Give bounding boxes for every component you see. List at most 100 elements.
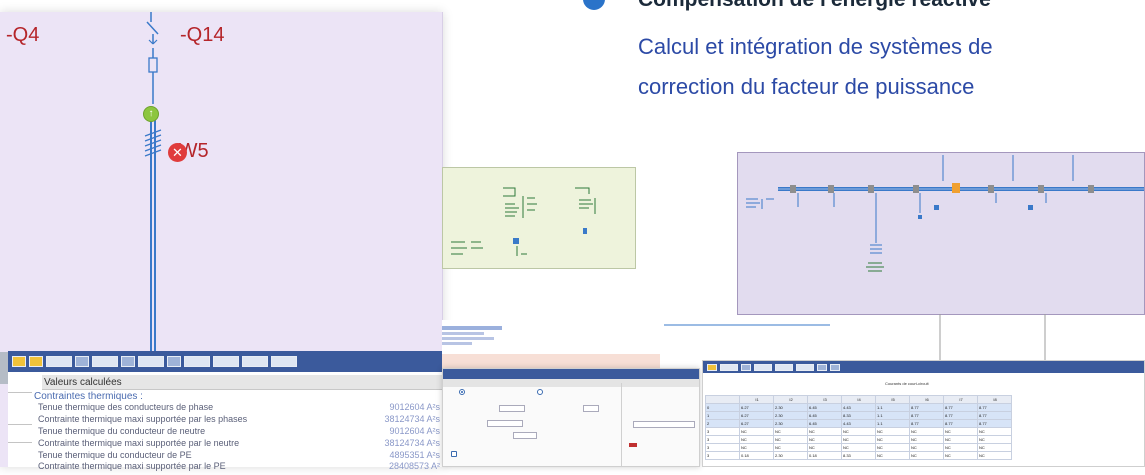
toolbar-button[interactable] (92, 356, 118, 367)
table-toolbar (703, 361, 1144, 373)
table-cell: 3 (705, 427, 740, 436)
breaker-diagram (144, 12, 162, 352)
table-cell: NC (943, 435, 978, 444)
table-cell: NC (909, 435, 944, 444)
toolbar-button[interactable] (46, 356, 72, 367)
table-cell: NC (943, 443, 978, 452)
table-cell: NC (977, 427, 1012, 436)
table-cell: NC (739, 435, 774, 444)
table-row[interactable]: 2 6.27 2.30 6.45 4.43 1.1 8.77 8.77 8.77 (705, 419, 1012, 428)
dialog-titlebar (443, 369, 699, 379)
table-row[interactable]: 1 6.27 2.30 6.45 8.33 1.1 8.77 8.77 8.77 (705, 411, 1012, 420)
toolbar-button[interactable] (754, 363, 772, 371)
toolbar-button[interactable] (167, 356, 181, 367)
table-cell: NC (807, 443, 842, 452)
table-cell: NC (807, 427, 842, 436)
value-row: Contrainte thermique maxi supportée par … (38, 414, 440, 424)
short-circuit-table: I1 I2 I3 I4 I5 I6 I7 I8 0 6.27 2.30 6.45 4.4… (705, 395, 1012, 460)
table-cell: NC (875, 451, 910, 460)
table-header-row: I1 I2 I3 I4 I5 I6 I7 I8 (705, 395, 1012, 404)
toolbar-button[interactable] (138, 356, 164, 367)
parameter-field[interactable] (487, 420, 523, 427)
value-label: Contrainte thermique maxi supportée par … (38, 438, 240, 448)
table-cell: NC (875, 427, 910, 436)
toolbar-button[interactable] (75, 356, 89, 367)
table-cell: 8.77 (909, 411, 944, 420)
column-header: I5 (875, 395, 910, 404)
value-label: Tenue thermique du conducteur de PE (38, 450, 192, 460)
value-label: Contrainte thermique maxi supportée par … (38, 461, 226, 471)
table-cell: NC (841, 427, 876, 436)
table-row[interactable]: 3 NC NC NC NC NC NC NC NC (705, 435, 1012, 444)
parameter-field[interactable] (513, 432, 537, 439)
table-cell: 1.1 (875, 411, 910, 420)
highlight-band (442, 354, 660, 368)
divider (8, 442, 32, 443)
table-cell: 1.1 (875, 403, 910, 412)
table-cell: 4.43 (841, 403, 876, 412)
value-number: 28408573 A² (388, 461, 440, 471)
table-cell: 1.1 (875, 419, 910, 428)
table-cell: 6.45 (807, 403, 842, 412)
table-cell: NC (977, 435, 1012, 444)
option-checkbox[interactable] (451, 451, 457, 457)
feature-description-line1: Calcul et intégration de systèmes de (638, 34, 993, 59)
toolbar-button[interactable] (121, 356, 135, 367)
table-cell: 2 (705, 419, 740, 428)
toolbar-button[interactable] (184, 356, 210, 367)
option-radio[interactable] (537, 389, 543, 395)
toolbar-button[interactable] (796, 363, 814, 371)
value-row: Contrainte thermique maxi supportée par … (38, 461, 440, 471)
feature-title: Compensation de l'énergie réactive (638, 0, 991, 12)
calc-toolbar (8, 351, 443, 372)
table-cell: 0.18 (807, 451, 842, 460)
table-row[interactable]: 0 6.27 2.30 6.45 4.43 1.1 8.77 8.77 8.77 (705, 403, 1012, 412)
toolbar-button[interactable] (271, 356, 297, 367)
green-schematic-drawing (451, 187, 596, 256)
value-row: Tenue thermique du conducteur de PE 4895… (38, 450, 440, 460)
toolbar-button[interactable] (830, 363, 840, 371)
table-cell: NC (773, 427, 808, 436)
column-header: I8 (977, 395, 1012, 404)
toolbar-button[interactable] (12, 356, 26, 367)
column-header: I6 (909, 395, 944, 404)
table-row[interactable]: 3 NC NC NC NC NC NC NC NC (705, 443, 1012, 452)
thermal-constraints-heading: Contraintes thermiques : (34, 391, 143, 402)
toolbar-button[interactable] (213, 356, 239, 367)
parameter-field[interactable] (633, 421, 695, 428)
option-radio[interactable] (459, 389, 465, 395)
value-label: Tenue thermique des conducteurs de phase (38, 402, 214, 412)
toolbar-button[interactable] (775, 363, 793, 371)
error-icon[interactable]: ✕ (168, 143, 187, 162)
column-header: I3 (807, 395, 842, 404)
table-cell: NC (943, 427, 978, 436)
table-cell: NC (875, 435, 910, 444)
toolbar-button[interactable] (29, 356, 43, 367)
table-row[interactable]: 3 NC NC NC NC NC NC NC NC (705, 427, 1012, 436)
parameter-field[interactable] (499, 405, 525, 412)
table-cell: 8.77 (909, 419, 944, 428)
value-label: Tenue thermique du conducteur de neutre (38, 426, 206, 436)
toolbar-button[interactable] (720, 363, 738, 371)
toolbar-button[interactable] (741, 363, 751, 371)
table-cell: NC (807, 435, 842, 444)
table-cell: NC (841, 443, 876, 452)
value-number: 9012604 A²s (389, 426, 440, 436)
table-cell: NC (773, 435, 808, 444)
value-label: Contrainte thermique maxi supportée par … (38, 414, 248, 424)
calc-values-title: Valeurs calculées (42, 375, 442, 390)
toolbar-button[interactable] (817, 363, 827, 371)
divider (8, 392, 32, 393)
table-cell: 8.77 (943, 419, 978, 428)
value-row: Contrainte thermique maxi supportée par … (38, 438, 440, 448)
table-cell: NC (841, 435, 876, 444)
parameter-field[interactable] (583, 405, 599, 412)
table-row[interactable]: 3 0.18 2.30 0.18 8.33 NC NC NC NC (705, 451, 1012, 460)
table-cell: 6.27 (739, 403, 774, 412)
bullet-icon (583, 0, 605, 10)
table-cell: 8.77 (909, 403, 944, 412)
toolbar-button[interactable] (242, 356, 268, 367)
toolbar-button[interactable] (707, 363, 717, 371)
connection-node-icon[interactable]: ↑ (143, 106, 159, 122)
table-cell: NC (977, 443, 1012, 452)
